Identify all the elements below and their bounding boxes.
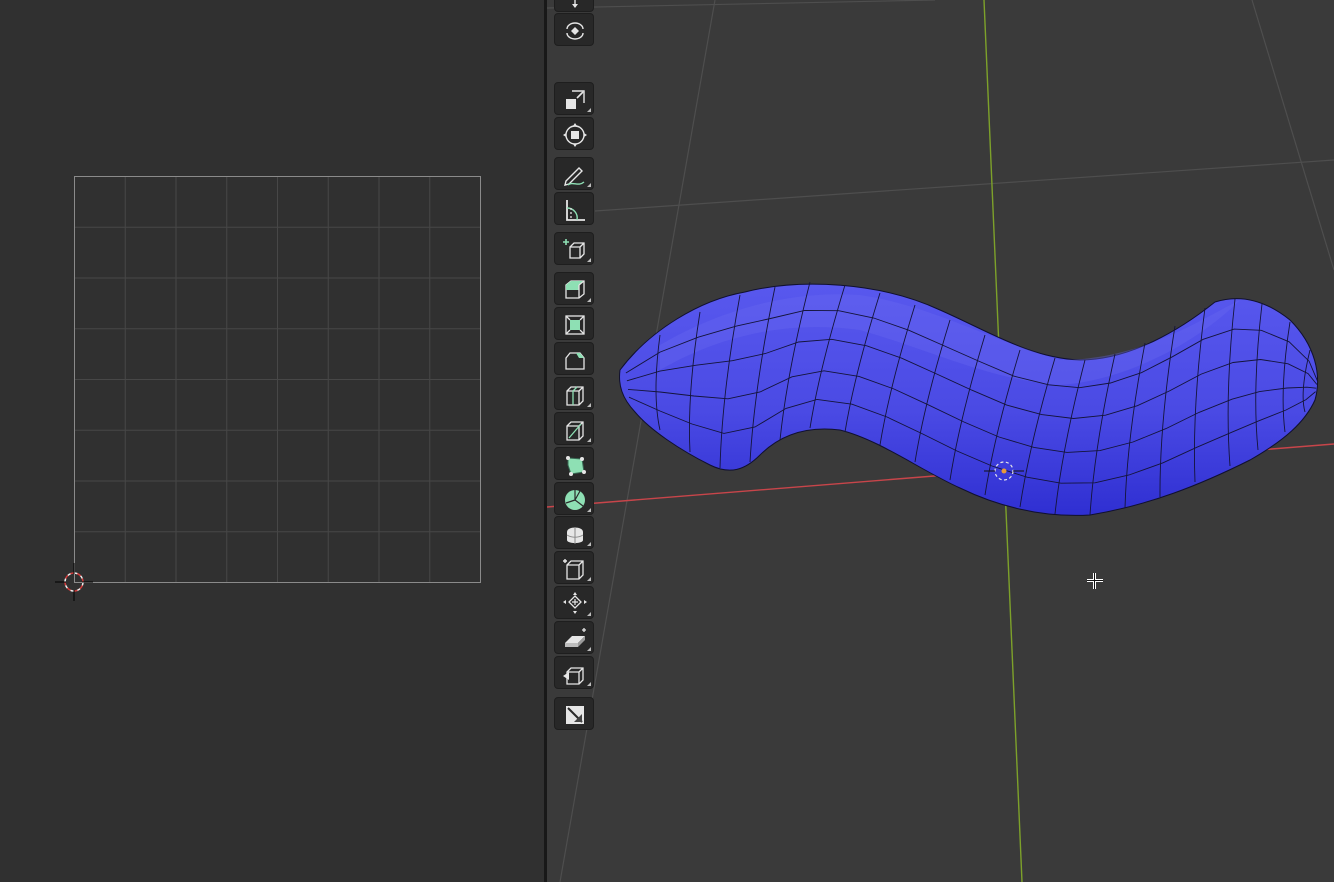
tool-shrink-fatten-button[interactable] xyxy=(554,586,594,619)
tool-options-indicator xyxy=(587,682,591,686)
tool-transform-button[interactable] xyxy=(554,117,594,150)
tool-scale-button[interactable] xyxy=(554,82,594,115)
tool-options-indicator xyxy=(587,612,591,616)
tool-rip-region-button[interactable] xyxy=(554,656,594,689)
tool-loop-cut-button[interactable] xyxy=(554,377,594,410)
tool-options-indicator xyxy=(587,577,591,581)
tool-spin-button[interactable] xyxy=(554,482,594,515)
viewport-scene xyxy=(547,0,1334,882)
tool-inset-faces-button[interactable] xyxy=(554,307,594,340)
tool-options-indicator xyxy=(587,403,591,407)
tool-options-indicator xyxy=(587,298,591,302)
tool-move-button[interactable] xyxy=(554,0,594,12)
tool-add-cube-button[interactable] xyxy=(554,232,594,265)
tool-knife-button[interactable] xyxy=(554,412,594,445)
tool-options-indicator xyxy=(587,438,591,442)
tool-shear-button[interactable] xyxy=(554,621,594,654)
tool-options-indicator xyxy=(587,183,591,187)
tool-poly-build-button[interactable] xyxy=(554,447,594,480)
3d-viewport[interactable] xyxy=(547,0,1334,882)
tool-options-indicator xyxy=(587,258,591,262)
tool-options-indicator xyxy=(587,508,591,512)
floor-grid-line xyxy=(547,0,936,9)
tool-options-indicator xyxy=(587,647,591,651)
toolbar xyxy=(554,0,596,882)
tool-smooth-button[interactable] xyxy=(554,516,594,549)
tool-edge-slide-button[interactable] xyxy=(554,551,594,584)
tool-rotate-button[interactable] xyxy=(554,13,594,46)
uv-editor-area[interactable] xyxy=(0,0,545,882)
floor-grid-line xyxy=(1251,0,1334,271)
cursor-2d-icon xyxy=(55,563,93,601)
floor-grid-line xyxy=(594,159,1334,212)
tool-options-indicator xyxy=(587,542,591,546)
tool-bevel-button[interactable] xyxy=(554,342,594,375)
tool-annotate-button[interactable] xyxy=(554,157,594,190)
tool-options-indicator xyxy=(587,108,591,112)
tool-measure-button[interactable] xyxy=(554,192,594,225)
tool-extrude-region-button[interactable] xyxy=(554,272,594,305)
tool-mesh-cleanup-button[interactable] xyxy=(554,697,594,730)
curved-tube-mesh[interactable] xyxy=(619,281,1318,516)
mouse-crosshair-icon xyxy=(1087,573,1103,589)
